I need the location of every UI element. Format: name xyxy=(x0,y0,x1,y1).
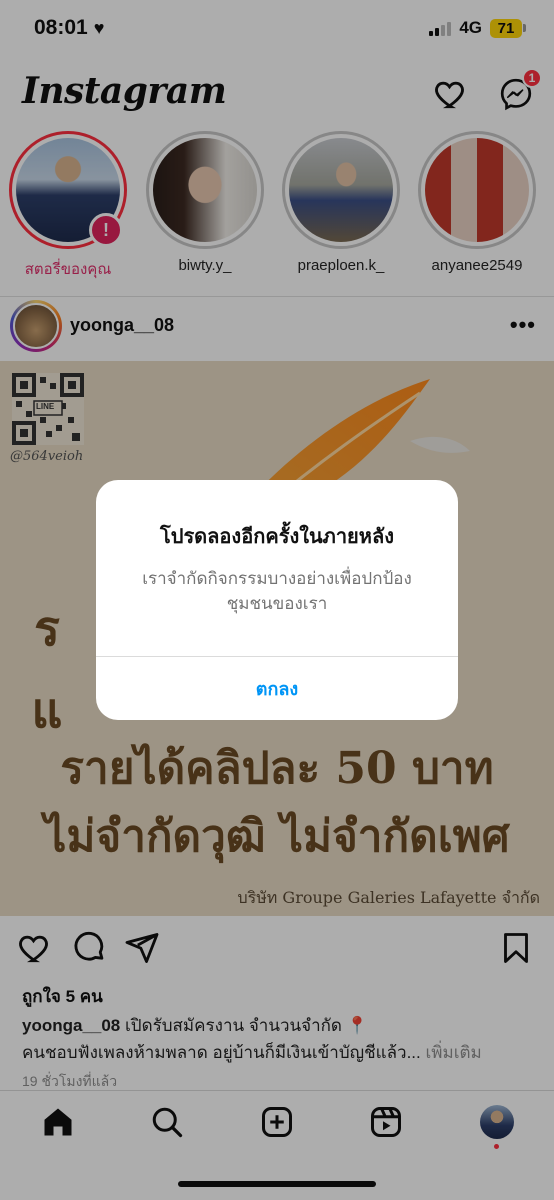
dialog-message: เราจำกัดกิจกรรมบางอย่างเพื่อปกป้องชุมชนข… xyxy=(142,569,412,613)
ok-button[interactable]: ตกลง xyxy=(96,657,458,720)
alert-dialog: โปรดลองอีกครั้งในภายหลัง เราจำกัดกิจกรรม… xyxy=(96,480,458,720)
dialog-title: โปรดลองอีกครั้งในภายหลัง xyxy=(160,526,394,548)
